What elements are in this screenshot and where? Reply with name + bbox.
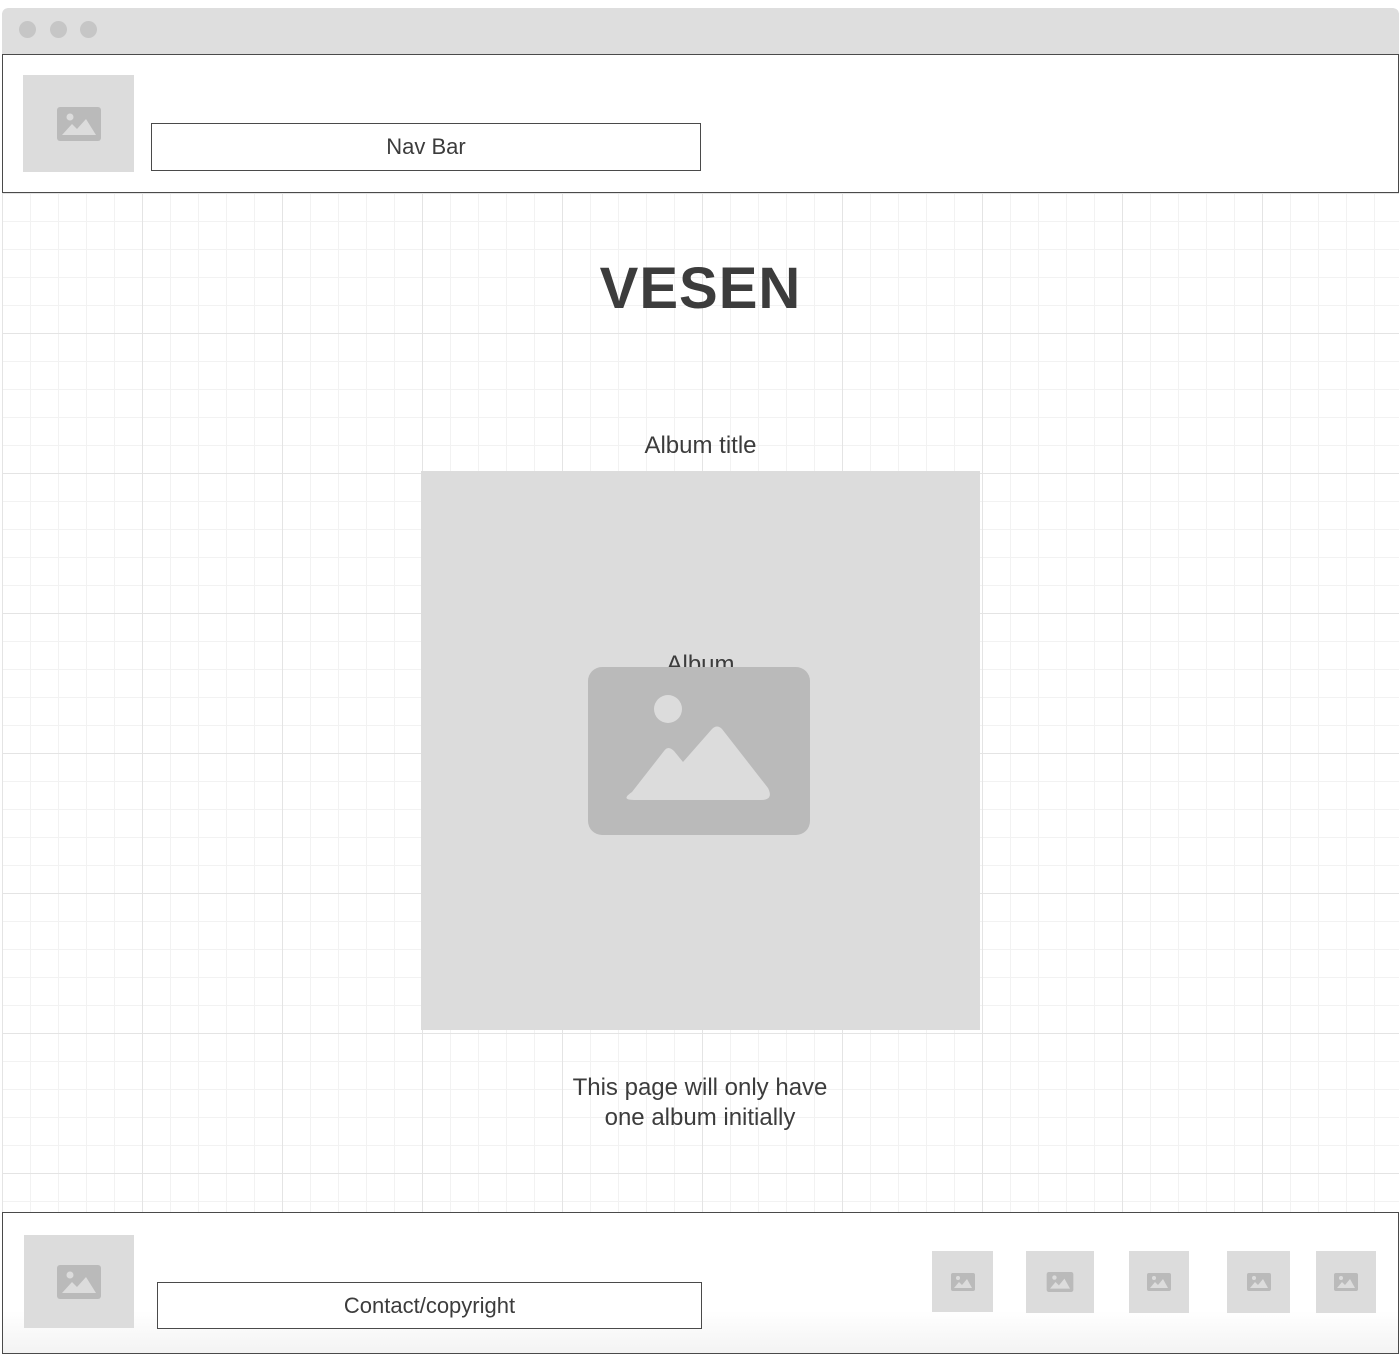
- image-placeholder-icon: [1246, 1273, 1271, 1291]
- social-link-1[interactable]: [932, 1251, 993, 1312]
- window-minimize-button[interactable]: [50, 21, 67, 38]
- window-close-button[interactable]: [19, 21, 36, 38]
- site-header: Nav Bar: [2, 54, 1399, 193]
- social-link-3[interactable]: [1129, 1251, 1189, 1313]
- image-placeholder-icon: [588, 667, 810, 835]
- site-footer: Contact/copyright: [2, 1212, 1399, 1354]
- album-card[interactable]: Album: [421, 471, 980, 1030]
- image-placeholder-icon: [56, 106, 101, 141]
- header-logo[interactable]: [23, 75, 134, 172]
- nav-bar[interactable]: Nav Bar: [151, 123, 701, 171]
- browser-window: Nav Bar VESEN Album title Album This pag…: [2, 8, 1399, 1356]
- nav-bar-label: Nav Bar: [386, 134, 466, 159]
- image-placeholder-icon: [950, 1272, 975, 1291]
- window-titlebar: [2, 8, 1399, 54]
- window-maximize-button[interactable]: [80, 21, 97, 38]
- social-link-4[interactable]: [1227, 1251, 1290, 1313]
- image-placeholder-icon: [1046, 1272, 1074, 1292]
- footer-logo[interactable]: [24, 1235, 134, 1328]
- image-placeholder-icon: [1334, 1273, 1358, 1291]
- social-link-5[interactable]: [1316, 1251, 1376, 1313]
- main-content: VESEN Album title Album This page will o…: [2, 193, 1399, 1212]
- image-placeholder-icon: [1147, 1273, 1171, 1291]
- site-title: VESEN: [599, 256, 802, 321]
- social-link-2[interactable]: [1026, 1251, 1094, 1313]
- album-title: Album title: [644, 432, 757, 459]
- image-placeholder-icon: [57, 1264, 101, 1299]
- album-note: This page will only have one album initi…: [572, 1074, 828, 1131]
- contact-copyright[interactable]: Contact/copyright: [157, 1282, 702, 1329]
- contact-copyright-label: Contact/copyright: [343, 1292, 516, 1318]
